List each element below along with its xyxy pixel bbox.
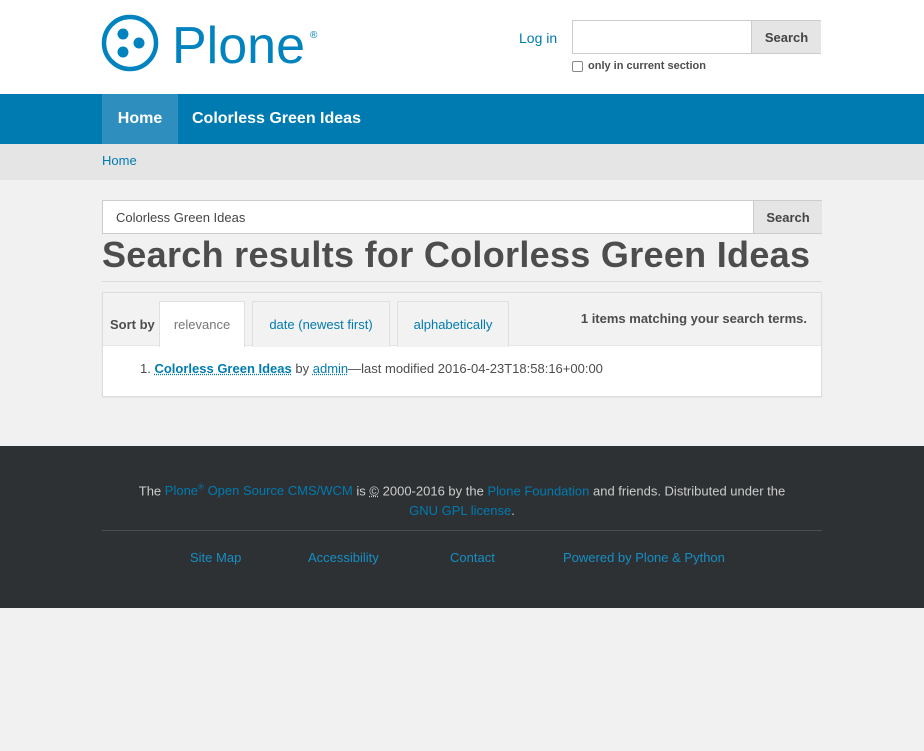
main-search-form: Search <box>102 200 822 234</box>
title-divider <box>102 281 822 282</box>
nav-item-home[interactable]: Home <box>102 94 178 144</box>
footer-period: . <box>511 503 515 519</box>
footer-divider <box>102 530 822 531</box>
breadcrumb: Home <box>0 144 924 180</box>
plone-logo-text: Plone <box>172 17 305 72</box>
result-title-link[interactable]: Colorless Green Ideas <box>154 361 291 376</box>
footer-powered-link[interactable]: Powered by Plone & Python <box>563 550 725 565</box>
sort-relevance-tab[interactable]: relevance <box>159 301 245 347</box>
page-title: Search results for Colorless Green Ideas <box>102 234 810 276</box>
site-header: Plone ® Log in Search only in current se… <box>0 0 924 94</box>
search-results-panel: Sort by relevance date (newest first) al… <box>102 292 822 397</box>
result-index: 1. <box>140 361 151 376</box>
header-search-form: Search <box>572 20 821 54</box>
footer-copyright: The Plone® Open Source CMS/WCM is © 2000… <box>102 478 822 521</box>
main-search-button[interactable]: Search <box>753 201 822 233</box>
list-item: 1. Colorless Green Ideas by admin—last m… <box>140 361 603 376</box>
sort-bar: Sort by relevance date (newest first) al… <box>103 293 821 347</box>
current-section-checkbox[interactable] <box>572 61 583 72</box>
footer-license-link[interactable]: GNU GPL license <box>409 503 511 518</box>
footer-friends: and friends. Distributed under the <box>593 483 786 499</box>
footer-is: is <box>356 483 366 499</box>
result-count: 1 items matching your search terms. <box>581 311 807 326</box>
sort-label: Sort by <box>110 317 155 332</box>
site-footer: The Plone® Open Source CMS/WCM is © 2000… <box>0 446 924 608</box>
sort-date-tab[interactable]: date (newest first) <box>252 301 390 347</box>
header-search-input[interactable] <box>573 21 751 53</box>
registered-mark: ® <box>310 30 318 41</box>
result-modified: —last modified 2016-04-23T18:58:16+00:00 <box>348 361 603 376</box>
sort-alphabetically-tab[interactable]: alphabetically <box>397 301 509 347</box>
footer-contact-link[interactable]: Contact <box>450 550 495 565</box>
breadcrumb-home[interactable]: Home <box>102 153 137 168</box>
copyright-symbol: © <box>369 483 379 499</box>
footer-the: The <box>138 483 162 499</box>
main-navigation: Home Colorless Green Ideas <box>0 94 924 144</box>
current-section-label: only in current section <box>588 59 706 72</box>
footer-years: 2000-2016 by the <box>382 483 484 499</box>
result-by: by <box>295 361 310 376</box>
page-title-prefix: Search results for <box>102 234 414 275</box>
nav-item-colorless-green-ideas[interactable]: Colorless Green Ideas <box>192 94 361 144</box>
footer-plone-text: Plone <box>164 483 199 499</box>
header-search-button[interactable]: Search <box>751 21 821 53</box>
footer-plone-link[interactable]: Plone® Open Source CMS/WCM <box>165 483 353 498</box>
footer-registered-mark: ® <box>198 483 204 492</box>
footer-sitemap-link[interactable]: Site Map <box>190 550 241 565</box>
plone-logo[interactable]: Plone ® <box>101 14 321 72</box>
footer-accessibility-link[interactable]: Accessibility <box>308 550 379 565</box>
result-author-link[interactable]: admin <box>313 361 348 376</box>
result-count-number: 1 <box>580 311 589 326</box>
footer-foundation-link[interactable]: Plone Foundation <box>487 483 589 498</box>
main-search-input[interactable] <box>103 201 753 233</box>
page-title-term: Colorless Green Ideas <box>423 234 811 275</box>
current-section-option: only in current section <box>572 59 706 72</box>
footer-cms-text: Open Source CMS/WCM <box>207 483 353 499</box>
result-count-text: items matching your search terms. <box>591 311 807 326</box>
login-link[interactable]: Log in <box>519 30 557 46</box>
